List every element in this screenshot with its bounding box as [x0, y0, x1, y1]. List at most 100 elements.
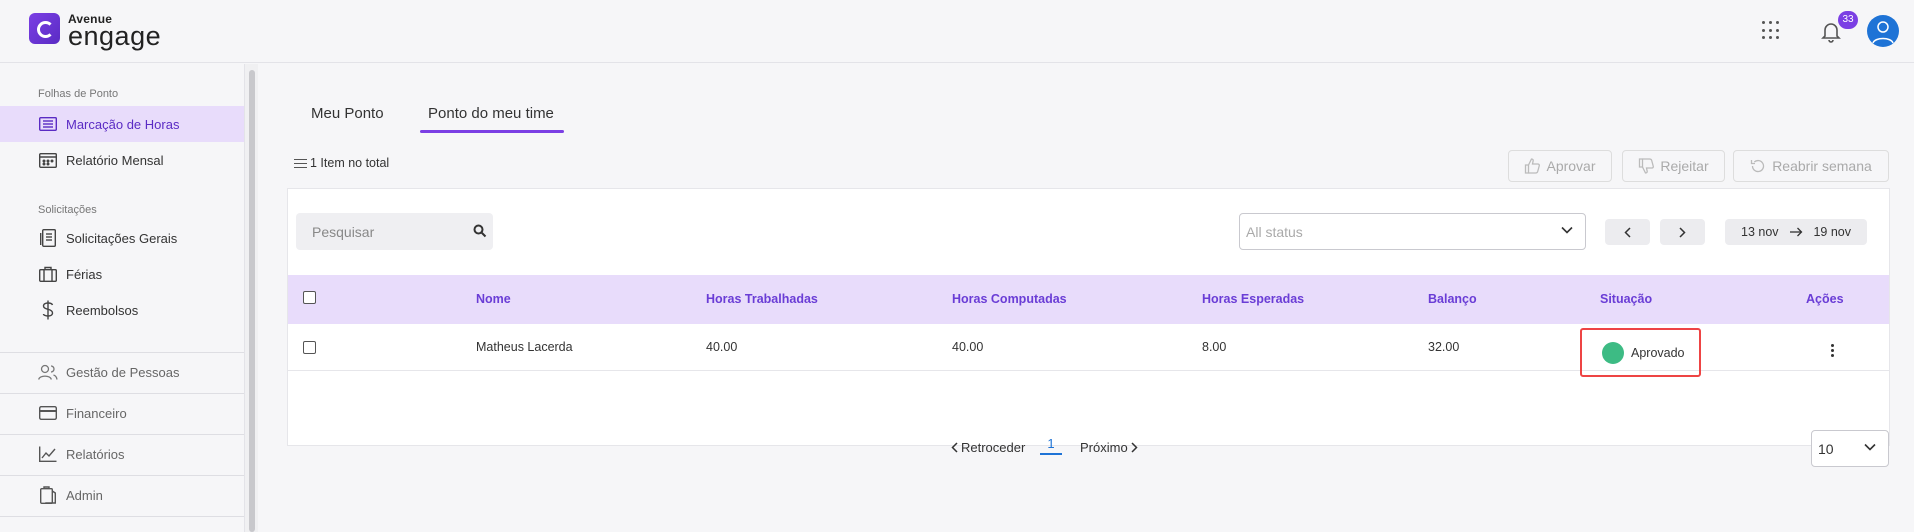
- sidebar-item-label: Marcação de Horas: [66, 116, 180, 132]
- sidebar-item-label: Financeiro: [66, 405, 127, 421]
- avatar[interactable]: [1867, 15, 1899, 47]
- status-badge: Aprovado: [1580, 328, 1701, 377]
- sidebar-item-gestao-pessoas[interactable]: Gestão de Pessoas: [0, 354, 244, 390]
- sidebar-item-label: Férias: [66, 266, 103, 282]
- card-icon: [38, 403, 58, 423]
- calendar-icon: [38, 150, 58, 170]
- apps-grid-icon[interactable]: [1762, 21, 1782, 41]
- date-start: 13 nov: [1741, 225, 1779, 239]
- sidebar-item-ferias[interactable]: Férias: [0, 256, 244, 292]
- column-header-acoes: Ações: [1806, 292, 1844, 306]
- logo-icon: [29, 13, 60, 44]
- next-page-button[interactable]: Próximo: [1080, 440, 1138, 455]
- reopen-week-label: Reabrir semana: [1772, 158, 1872, 174]
- notification-badge: 33: [1838, 11, 1858, 29]
- chevron-down-icon: [1561, 226, 1573, 234]
- table-row[interactable]: Matheus Lacerda 40.00 40.00 8.00 32.00 A…: [288, 324, 1889, 377]
- date-range-picker[interactable]: 13 nov 19 nov: [1725, 219, 1867, 245]
- page-size-select[interactable]: 10: [1811, 430, 1889, 467]
- reject-button[interactable]: Rejeitar: [1622, 150, 1725, 182]
- search-input[interactable]: [312, 223, 462, 240]
- logo-main-text: engage: [68, 21, 162, 51]
- next-week-button[interactable]: [1660, 219, 1705, 245]
- page-number-current[interactable]: 1: [1040, 436, 1062, 455]
- chevron-down-icon: [1864, 443, 1876, 451]
- briefcase-icon: [38, 264, 58, 284]
- sidebar-item-solicitacoes-gerais[interactable]: Solicitações Gerais: [0, 220, 244, 256]
- previous-week-button[interactable]: [1605, 219, 1650, 245]
- sidebar-item-relatorio-mensal[interactable]: Relatório Mensal: [0, 142, 244, 178]
- chevron-right-icon: [1131, 442, 1138, 453]
- column-header-horas-esperadas[interactable]: Horas Esperadas: [1202, 292, 1304, 306]
- previous-page-button[interactable]: Retroceder: [951, 440, 1025, 455]
- cell-horas-esperadas: 8.00: [1202, 340, 1227, 354]
- cell-balanco: 32.00: [1428, 340, 1460, 354]
- row-checkbox[interactable]: [303, 341, 316, 354]
- sidebar-item-label: Gestão de Pessoas: [66, 364, 180, 380]
- date-end: 19 nov: [1813, 225, 1851, 239]
- sidebar-item-label: Relatórios: [66, 446, 125, 462]
- cell-horas-trabalhadas: 40.00: [706, 340, 738, 354]
- main-content: Meu Ponto Ponto do meu time 1 Item no to…: [258, 64, 1914, 532]
- sidebar-divider: [0, 516, 244, 517]
- column-header-horas-trabalhadas[interactable]: Horas Trabalhadas: [706, 292, 818, 306]
- top-bar: Avenue engage 33: [0, 0, 1914, 63]
- approve-label: Aprovar: [1546, 158, 1596, 174]
- sidebar-item-relatorios[interactable]: Relatórios: [0, 436, 244, 472]
- sidebar: Folhas de Ponto Marcação de Horas Relató…: [0, 64, 244, 532]
- cell-situacao: Aprovado: [1631, 345, 1685, 360]
- document-icon: [38, 228, 58, 248]
- clipboard-icon: [38, 485, 58, 505]
- refresh-icon: [1751, 159, 1765, 173]
- thumbs-up-icon: [1525, 158, 1541, 174]
- approve-button[interactable]: Aprovar: [1508, 150, 1612, 182]
- chevron-left-icon: [1624, 226, 1631, 238]
- sidebar-divider: [0, 434, 244, 435]
- tab-meu-ponto[interactable]: Meu Ponto: [311, 105, 384, 122]
- status-select-value: All status: [1246, 223, 1303, 240]
- sidebar-divider: [0, 475, 244, 476]
- cell-nome: Matheus Lacerda: [476, 340, 573, 354]
- column-header-situacao[interactable]: Situação: [1600, 292, 1652, 306]
- sidebar-item-reembolsos[interactable]: Reembolsos: [0, 292, 244, 328]
- sidebar-item-marcacao-horas[interactable]: Marcação de Horas: [0, 106, 244, 142]
- sidebar-item-financeiro[interactable]: Financeiro: [0, 395, 244, 431]
- cell-horas-computadas: 40.00: [952, 340, 984, 354]
- tab-ponto-meu-time[interactable]: Ponto do meu time: [428, 105, 554, 122]
- app-logo[interactable]: Avenue engage: [29, 13, 161, 50]
- arrow-right-icon: [1790, 227, 1803, 237]
- chart-icon: [38, 444, 58, 464]
- menu-lines-icon: [294, 156, 307, 171]
- data-panel: All status 13 nov 19 nov Nome Horas Trab…: [287, 188, 1890, 446]
- search-icon[interactable]: [473, 224, 487, 238]
- next-page-label: Próximo: [1080, 440, 1128, 455]
- sidebar-item-label: Relatório Mensal: [66, 152, 164, 168]
- column-header-balanco[interactable]: Balanço: [1428, 292, 1477, 306]
- scroll-thumb[interactable]: [249, 70, 255, 532]
- sidebar-item-label: Solicitações Gerais: [66, 230, 178, 246]
- reject-label: Rejeitar: [1660, 158, 1709, 174]
- sidebar-item-label: Admin: [66, 487, 103, 503]
- total-count-label: 1 Item no total: [310, 156, 390, 171]
- status-select[interactable]: All status: [1239, 213, 1586, 250]
- sidebar-item-admin[interactable]: Admin: [0, 477, 244, 513]
- sidebar-scrollbar[interactable]: [244, 64, 258, 532]
- thumbs-down-icon: [1639, 158, 1655, 174]
- table-header: Nome Horas Trabalhadas Horas Computadas …: [288, 275, 1889, 324]
- reopen-week-button[interactable]: Reabrir semana: [1733, 150, 1889, 182]
- column-header-horas-computadas[interactable]: Horas Computadas: [952, 292, 1067, 306]
- chevron-right-icon: [1679, 226, 1686, 238]
- sidebar-section-label: Solicitações: [38, 204, 97, 216]
- column-header-nome[interactable]: Nome: [476, 292, 511, 306]
- previous-page-label: Retroceder: [961, 440, 1026, 455]
- people-icon: [38, 362, 58, 382]
- row-actions-menu-icon[interactable]: [1831, 344, 1835, 357]
- total-count: 1 Item no total: [294, 156, 389, 171]
- sidebar-section-label: Folhas de Ponto: [38, 88, 119, 100]
- search-box[interactable]: [296, 213, 493, 250]
- select-all-checkbox[interactable]: [303, 291, 316, 304]
- sidebar-item-label: Reembolsos: [66, 302, 139, 318]
- sidebar-divider: [0, 393, 244, 394]
- dollar-icon: [38, 300, 58, 320]
- list-icon: [38, 114, 58, 134]
